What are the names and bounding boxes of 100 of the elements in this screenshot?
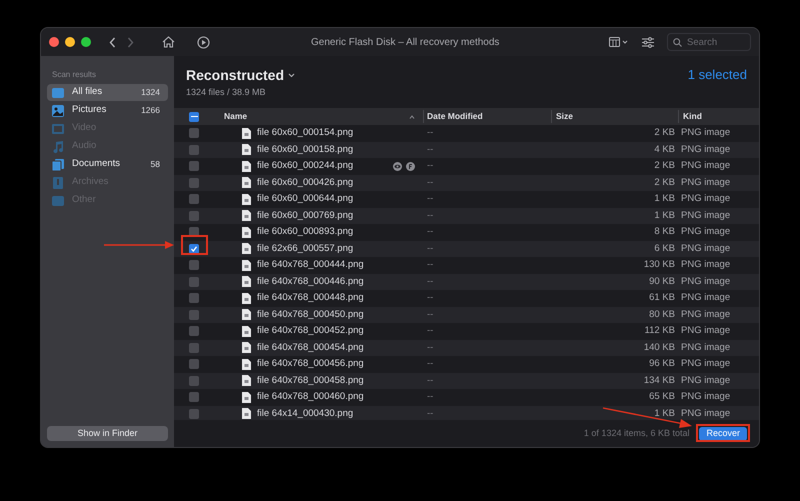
row-checkbox[interactable] xyxy=(189,310,199,320)
highlight-box xyxy=(696,424,750,442)
file-name: file 640x768_000452.png xyxy=(257,324,364,338)
row-checkbox[interactable] xyxy=(189,276,199,287)
row-checkbox[interactable] xyxy=(189,376,199,386)
date-cell: -- xyxy=(427,193,434,204)
history-icon[interactable] xyxy=(197,36,210,48)
file-name: file 640x768_000450.png xyxy=(257,308,364,322)
date-cell: -- xyxy=(427,242,434,254)
file-icon xyxy=(242,177,251,188)
column-header[interactable]: Kind xyxy=(683,111,702,122)
kind-cell: PNG image xyxy=(681,325,730,336)
documents-icon xyxy=(51,158,65,172)
forward-icon[interactable] xyxy=(127,36,134,48)
row-checkbox[interactable] xyxy=(189,210,199,221)
zoom-button[interactable] xyxy=(81,37,91,47)
row-checkbox[interactable] xyxy=(189,293,199,304)
date-cell: -- xyxy=(427,210,434,221)
row-checkbox[interactable] xyxy=(189,342,199,353)
file-name: file 60x60_000644.png xyxy=(257,192,354,206)
highlight-box xyxy=(181,235,208,255)
file-name: file 640x768_000456.png xyxy=(257,357,364,372)
column-header[interactable]: Size xyxy=(556,111,574,122)
file-name: file 62x66_000557.png xyxy=(257,242,354,256)
file-name: file 60x60_000158.png xyxy=(257,142,354,157)
row-checkbox[interactable] xyxy=(189,408,199,419)
file-icon xyxy=(242,392,251,403)
column-header[interactable]: Name xyxy=(224,110,248,123)
home-icon[interactable] xyxy=(162,36,175,48)
filter-icon[interactable] xyxy=(642,36,654,48)
kind-cell: PNG image xyxy=(681,358,730,370)
row-checkbox[interactable] xyxy=(189,244,199,254)
file-row[interactable]: file 64x14_000430.png -- 1 KB PNG image xyxy=(174,406,759,420)
show-in-finder-button[interactable]: Show in Finder xyxy=(47,426,168,441)
date-cell: -- xyxy=(427,342,434,353)
date-cell: -- xyxy=(427,160,434,172)
file-icon xyxy=(242,194,251,205)
kind-cell: PNG image xyxy=(681,292,730,304)
file-row[interactable]: file 640x768_000446.png -- 90 KB PNG image xyxy=(174,274,759,290)
row-checkbox[interactable] xyxy=(189,178,199,188)
annotation-arrow xyxy=(104,241,174,249)
select-all-checkbox[interactable] xyxy=(189,112,199,122)
sidebar-item[interactable]: Pictures 1266 xyxy=(47,102,168,119)
file-row[interactable]: file 60x60_000769.png -- 1 KB PNG image xyxy=(174,208,759,224)
sort-icon[interactable] xyxy=(409,114,415,118)
view-mode-icon[interactable] xyxy=(609,37,629,47)
size-cell: 90 KB xyxy=(649,274,675,289)
status-text: 1 of 1324 items, 6 KB total xyxy=(584,426,690,440)
row-checkbox[interactable] xyxy=(189,144,199,155)
archive-icon xyxy=(51,176,65,190)
file-icon xyxy=(242,243,251,254)
close-button[interactable] xyxy=(49,37,59,47)
file-name: file 640x768_000444.png xyxy=(257,258,364,272)
folder-icon xyxy=(51,194,65,208)
size-cell: 1 KB xyxy=(654,208,675,223)
kind-cell: PNG image xyxy=(681,127,730,138)
date-cell: -- xyxy=(427,292,434,304)
sidebar-item[interactable]: All files 1324 xyxy=(47,84,168,101)
row-checkbox[interactable] xyxy=(189,161,199,172)
kind-cell: PNG image xyxy=(681,160,730,172)
row-checkbox[interactable] xyxy=(189,359,199,370)
date-cell: -- xyxy=(427,374,434,386)
file-name: file 60x60_000893.png xyxy=(257,225,354,240)
file-icon xyxy=(242,326,251,337)
file-row[interactable]: file 62x66_000557.png -- 6 KB PNG image xyxy=(174,240,759,257)
chevron-down-icon[interactable] xyxy=(288,72,296,78)
file-name: file 640x768_000454.png xyxy=(257,340,364,355)
sidebar-item[interactable]: Documents 58 xyxy=(47,156,168,173)
row-checkbox[interactable] xyxy=(189,128,199,138)
file-row[interactable]: file 640x768_000450.png -- 80 KB PNG image xyxy=(174,306,759,323)
recover-button[interactable]: Recover xyxy=(699,426,747,440)
kind-cell: PNG image xyxy=(681,308,730,320)
size-cell: 1 KB xyxy=(654,192,675,206)
minimize-button[interactable] xyxy=(65,37,75,47)
search-field[interactable]: Search xyxy=(667,33,751,51)
info-icon[interactable] xyxy=(406,162,415,171)
file-row[interactable]: file 60x60_000426.png -- 2 KB PNG image xyxy=(174,174,759,191)
size-cell: 61 KB xyxy=(649,291,675,306)
row-checkbox[interactable] xyxy=(189,326,199,336)
kind-cell: PNG image xyxy=(681,144,730,155)
row-checkbox[interactable] xyxy=(189,392,199,402)
file-icon xyxy=(242,309,251,320)
back-icon[interactable] xyxy=(109,36,116,48)
size-cell: 2 KB xyxy=(654,176,675,190)
file-name: file 60x60_000154.png xyxy=(257,126,354,140)
row-checkbox[interactable] xyxy=(189,194,199,204)
kind-cell: PNG image xyxy=(681,391,730,402)
file-icon xyxy=(242,276,251,288)
size-cell: 112 KB xyxy=(644,324,675,338)
file-row[interactable]: file 60x60_000158.png -- 4 KB PNG image xyxy=(174,142,759,158)
eye-icon[interactable] xyxy=(393,162,402,171)
row-checkbox[interactable] xyxy=(189,260,199,270)
size-cell: 2 KB xyxy=(654,159,675,174)
kind-cell: PNG image xyxy=(681,176,730,188)
column-header[interactable]: Date Modified xyxy=(427,111,483,122)
file-row[interactable]: file 640x768_000458.png -- 134 KB PNG image xyxy=(174,372,759,389)
size-cell: 134 KB xyxy=(644,374,675,388)
size-cell: 4 KB xyxy=(654,142,675,157)
file-row[interactable]: file 640x768_000454.png -- 140 KB PNG image xyxy=(174,340,759,356)
music-note-icon xyxy=(51,140,65,154)
